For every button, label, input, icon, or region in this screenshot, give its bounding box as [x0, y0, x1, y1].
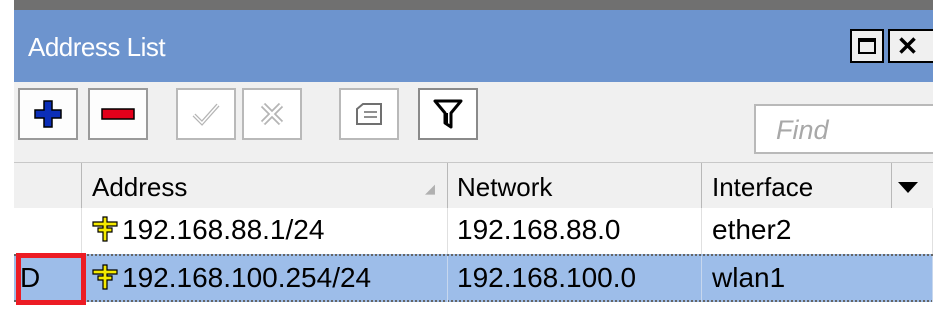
- table-header: Address ◢ Network Interface: [14, 162, 933, 209]
- table-row[interactable]: 192.168.88.1/24 192.168.88.0 ether2: [14, 208, 933, 254]
- filter-button[interactable]: [418, 88, 478, 140]
- table-row-selected[interactable]: D 192.168.100.254/24 192.168.100.0 wlan1: [14, 254, 933, 302]
- check-icon: [192, 103, 220, 126]
- sort-indicator-icon: ◢: [425, 181, 435, 196]
- funnel-icon: [433, 99, 463, 129]
- ip-address-icon: [92, 216, 118, 242]
- row-network: 192.168.100.0: [448, 256, 702, 302]
- row-address: 192.168.88.1/24: [82, 208, 448, 254]
- address-list-window: Address List ✕ Find Address ◢ Network In…: [0, 0, 933, 317]
- column-header-address-label: Address: [92, 172, 188, 202]
- close-icon: ✕: [896, 31, 919, 61]
- window-title: Address List: [28, 32, 166, 62]
- add-button[interactable]: [18, 88, 78, 140]
- maximize-icon: [858, 38, 876, 54]
- row-address-text: 192.168.88.1/24: [122, 214, 325, 245]
- row-network: 192.168.88.0: [448, 208, 702, 254]
- row-interface: wlan1: [702, 256, 933, 302]
- find-placeholder: Find: [776, 115, 829, 145]
- column-chooser-button[interactable]: [892, 163, 933, 209]
- comment-button[interactable]: [339, 88, 399, 140]
- minus-icon: [101, 108, 135, 120]
- dropdown-arrow-icon: [898, 182, 918, 193]
- address-table: Address ◢ Network Interface 192.168.88.1…: [14, 162, 933, 317]
- column-header-flags[interactable]: [14, 163, 82, 209]
- column-header-network[interactable]: Network: [448, 163, 702, 209]
- title-bar[interactable]: Address List ✕: [14, 10, 933, 82]
- column-header-address[interactable]: Address ◢: [82, 163, 448, 209]
- enable-button[interactable]: [176, 88, 236, 140]
- column-header-interface[interactable]: Interface: [702, 163, 892, 209]
- row-address-text: 192.168.100.254/24: [122, 262, 372, 293]
- row-flag: [14, 208, 82, 254]
- disable-button[interactable]: [242, 88, 302, 140]
- row-interface: ether2: [702, 208, 933, 254]
- remove-button[interactable]: [88, 88, 148, 140]
- window-top-border: [14, 0, 933, 10]
- x-icon: [260, 102, 284, 126]
- ip-address-icon: [92, 264, 118, 290]
- row-address: 192.168.100.254/24: [82, 256, 448, 302]
- plus-icon: [34, 100, 62, 128]
- find-input[interactable]: Find: [754, 104, 933, 154]
- close-button[interactable]: ✕: [888, 29, 933, 63]
- comment-icon: [356, 103, 382, 125]
- maximize-button[interactable]: [850, 29, 884, 63]
- window-left-border: [0, 10, 14, 317]
- highlight-box: [16, 253, 86, 305]
